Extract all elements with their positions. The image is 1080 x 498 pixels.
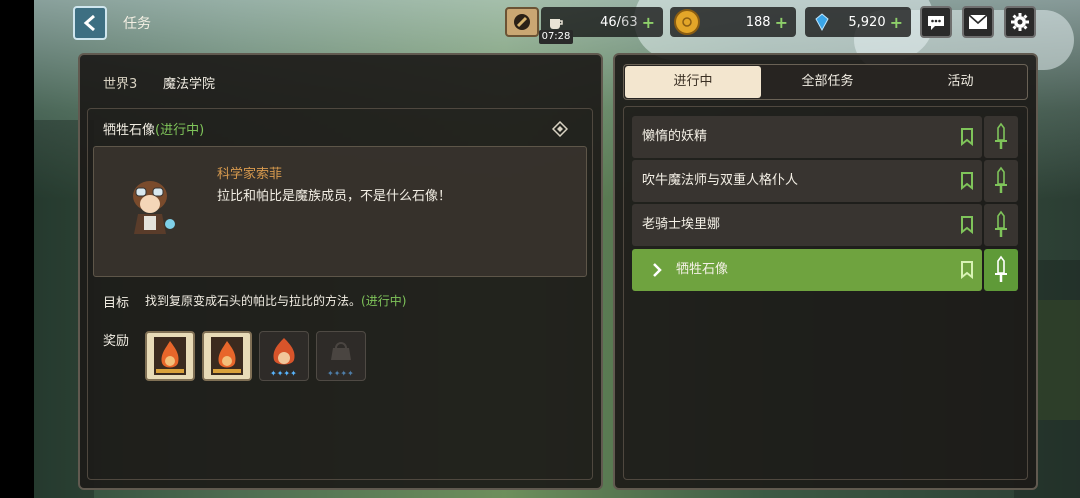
scientist-npc-portrait-icon: [133, 181, 175, 234]
gold-amount: 188: [745, 14, 771, 30]
bookmark-icon[interactable]: [960, 261, 974, 279]
page-title: 任务: [123, 16, 151, 32]
stamina-max: 63: [621, 14, 638, 30]
tab-in-progress[interactable]: 进行中: [625, 66, 761, 98]
stamina-timer: 07:28: [539, 30, 573, 44]
compass-icon: [514, 14, 530, 30]
reward-item-4[interactable]: ✦✦✦✦: [316, 331, 366, 381]
world-label: 世界3: [103, 77, 138, 92]
quest-go-button[interactable]: [984, 116, 1018, 158]
quest-go-button[interactable]: [984, 204, 1018, 246]
quest-list-item-selected[interactable]: 牺牲石像: [632, 249, 982, 291]
gold-coin-icon: [674, 9, 700, 35]
gear-icon: [1011, 13, 1029, 31]
quest-list-item[interactable]: 懒惰的妖精: [632, 116, 982, 158]
quest-go-button[interactable]: [984, 249, 1018, 291]
sword-icon: [995, 122, 1007, 149]
tab-all-quests[interactable]: 全部任务: [761, 66, 894, 98]
envelope-icon: [968, 14, 988, 29]
plus-icon[interactable]: +: [775, 13, 788, 32]
gem-counter[interactable]: 5,920 +: [805, 7, 911, 37]
plus-icon[interactable]: +: [642, 13, 655, 32]
quest-tabs: 进行中 全部任务 活动: [623, 64, 1028, 100]
quest-item-label: 老骑士埃里娜: [642, 217, 721, 232]
locked-hero-portrait-icon: ✦✦✦✦: [327, 342, 354, 378]
goal-text: 找到复原变成石头的帕比与拉比的方法。(进行中): [145, 292, 406, 309]
mail-button[interactable]: [962, 6, 994, 38]
settings-button[interactable]: [1004, 6, 1036, 38]
tab-events[interactable]: 活动: [894, 66, 1027, 98]
gem-icon: [809, 9, 835, 35]
bookmark-icon[interactable]: [960, 128, 974, 146]
fire-hero-portrait-icon: ✦✦✦✦: [270, 338, 297, 378]
npc-name: 科学家索菲: [217, 167, 283, 182]
quest-item-label: 牺牲石像: [676, 262, 729, 277]
diamond-marker-icon[interactable]: [552, 121, 568, 137]
quest-go-button[interactable]: [984, 160, 1018, 202]
gold-counter[interactable]: 188 +: [670, 7, 796, 37]
bookmark-icon[interactable]: [960, 172, 974, 190]
stamina-boost-button[interactable]: [505, 7, 539, 37]
quest-item-label: 吹牛魔法师与双重人格仆人: [642, 173, 799, 188]
location-label: 魔法学院: [163, 77, 216, 92]
npc-dialog-text: 拉比和帕比是魔族成员，不是什么石像！: [217, 189, 452, 204]
chevron-left-icon: [83, 15, 95, 31]
goal-description: 找到复原变成石头的帕比与拉比的方法。: [145, 294, 362, 308]
quest-name: 牺牲石像: [103, 123, 156, 138]
svg-text:✦✦✦✦: ✦✦✦✦: [270, 369, 297, 378]
reward-item-2[interactable]: [202, 331, 252, 381]
chevron-right-icon: [653, 263, 662, 277]
sword-icon: [995, 166, 1007, 193]
fire-hero-card-icon: [154, 337, 186, 375]
bookmark-icon[interactable]: [960, 216, 974, 234]
back-button[interactable]: [73, 6, 107, 40]
sword-icon: [995, 255, 1007, 282]
reward-label: 奖励: [103, 334, 130, 349]
stamina-current: 46: [600, 14, 617, 30]
quest-title: 牺牲石像(进行中): [103, 119, 204, 138]
sword-icon: [995, 210, 1007, 237]
quest-list-item[interactable]: 老骑士埃里娜: [632, 204, 982, 246]
quest-list-item[interactable]: 吹牛魔法师与双重人格仆人: [632, 160, 982, 202]
chat-button[interactable]: [920, 6, 952, 38]
plus-icon[interactable]: +: [890, 13, 903, 32]
quest-item-label: 懒惰的妖精: [642, 129, 708, 144]
fire-hero-card-icon: [211, 337, 243, 375]
svg-text:✦✦✦✦: ✦✦✦✦: [327, 369, 354, 378]
reward-item-3[interactable]: ✦✦✦✦: [259, 331, 309, 381]
goal-label: 目标: [103, 296, 130, 311]
chat-bubble-icon: [928, 16, 944, 30]
gem-amount: 5,920: [848, 14, 886, 30]
goal-status: (进行中): [361, 294, 407, 308]
quest-status: (进行中): [155, 123, 205, 138]
reward-item-1[interactable]: [145, 331, 195, 381]
